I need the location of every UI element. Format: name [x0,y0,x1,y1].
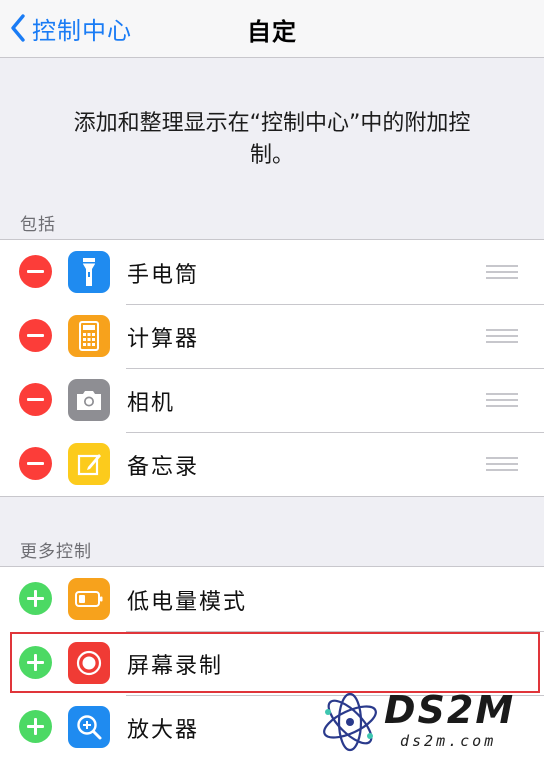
nav-bar: 控制中心 自定 [0,0,544,58]
camera-icon [68,379,110,421]
reorder-handle[interactable] [486,393,518,407]
calculator-icon [68,315,110,357]
screen-record-icon [68,642,110,684]
section-header-more: 更多控制 [20,542,92,562]
flashlight-icon [68,251,110,293]
watermark-site: ds2m.com [400,732,497,750]
customize-screen: 控制中心 自定 添加和整理显示在“控制中心”中的附加控制。 包括 手电筒 计算器… [0,0,544,758]
remove-button[interactable] [19,447,52,480]
battery-icon [68,578,110,620]
row-label: 放大器 [127,718,200,743]
row-label: 屏幕录制 [127,654,224,679]
list-item-notes: 备忘录 [0,432,544,496]
row-label: 相机 [127,391,176,416]
notes-icon [68,443,110,485]
reorder-handle[interactable] [486,265,518,279]
reorder-handle[interactable] [486,329,518,343]
page-title: 自定 [247,18,297,46]
row-label: 手电筒 [127,263,200,288]
add-button[interactable] [19,710,52,743]
row-label: 备忘录 [127,455,200,480]
add-button[interactable] [19,582,52,615]
list-item-calculator: 计算器 [0,304,544,368]
reorder-handle[interactable] [486,457,518,471]
list-item-screen-record: 屏幕录制 [0,631,544,695]
list-item-flashlight: 手电筒 [0,240,544,304]
section-header-included: 包括 [20,215,56,235]
remove-button[interactable] [19,255,52,288]
magnifier-icon [68,706,110,748]
row-label: 计算器 [127,327,200,352]
atom-logo-icon [323,692,377,752]
description-text: 添加和整理显示在“控制中心”中的附加控制。 [73,111,471,168]
watermark: DS2M ds2m.com [318,688,540,756]
remove-button[interactable] [19,319,52,352]
watermark-brand: DS2M [384,688,516,732]
included-list: 手电筒 计算器 相机 备忘录 [0,239,544,497]
remove-button[interactable] [19,383,52,416]
list-item-low-power: 低电量模式 [0,567,544,631]
row-label: 低电量模式 [127,590,248,615]
list-item-camera: 相机 [0,368,544,432]
add-button[interactable] [19,646,52,679]
